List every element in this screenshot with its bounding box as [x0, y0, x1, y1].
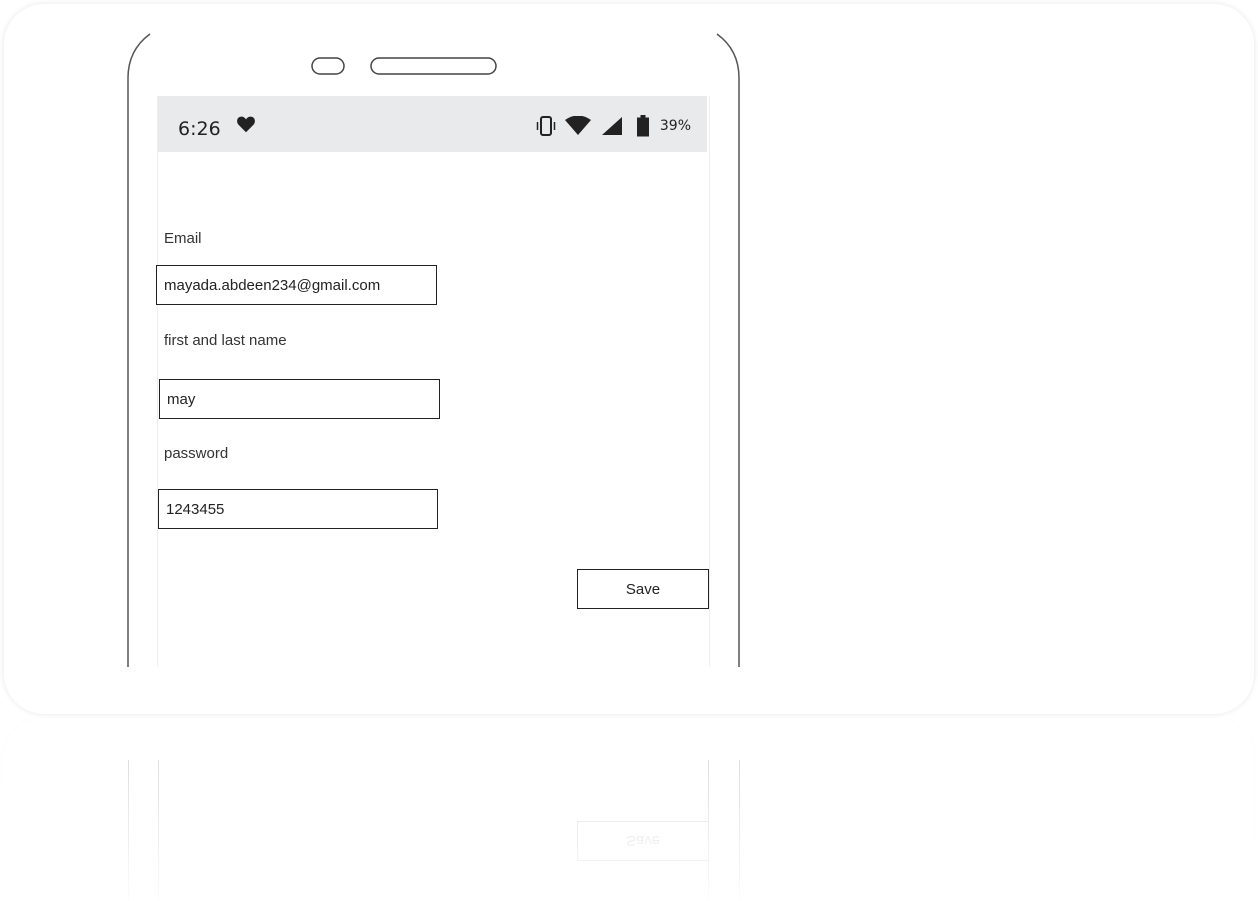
email-field[interactable]: mayada.abdeen234@gmail.com [156, 265, 437, 305]
status-time: 6:26 [178, 118, 221, 140]
email-label: Email [164, 230, 202, 247]
battery-percent: 39% [659, 118, 691, 134]
phone-screen: 6:26 39% Email mayada.abdeen234@gmail.co [156, 96, 709, 667]
name-label: first and last name [164, 332, 287, 349]
name-field[interactable]: may [159, 379, 440, 419]
battery-icon [636, 115, 649, 137]
cell-signal-icon [601, 117, 622, 135]
reflection-fade [0, 718, 1258, 901]
heart-icon [237, 116, 255, 133]
password-label: password [164, 445, 229, 462]
status-icons: 39% [536, 114, 691, 138]
save-button[interactable]: Save [577, 569, 709, 609]
vibrate-icon [536, 116, 556, 136]
status-bar: 6:26 39% [158, 96, 707, 152]
wifi-icon [564, 116, 591, 135]
password-field[interactable]: 1243455 [158, 489, 438, 529]
